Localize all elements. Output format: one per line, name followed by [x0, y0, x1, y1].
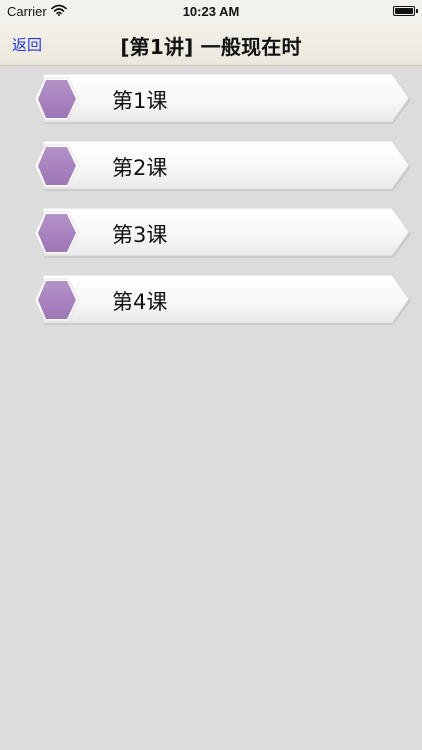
- lesson-label: 第2课: [112, 156, 168, 180]
- lesson-label: 第3课: [112, 223, 168, 247]
- status-bar: Carrier 10:23 AM: [0, 0, 422, 22]
- lesson-label: 第1课: [112, 89, 168, 113]
- navigation-bar: 返回 [第1讲] 一般现在时: [0, 22, 422, 66]
- lesson-card-shape: [34, 274, 411, 325]
- battery-icon: [393, 6, 418, 16]
- status-time: 10:23 AM: [182, 4, 240, 19]
- lesson-label: 第4课: [112, 290, 168, 314]
- page-title: [第1讲] 一般现在时: [120, 35, 302, 59]
- lesson-item-1[interactable]: 第1课: [28, 70, 414, 128]
- lesson-card-shape: [34, 207, 411, 258]
- lesson-card-shape: [34, 140, 411, 191]
- lesson-item-3[interactable]: 第3课: [28, 204, 414, 262]
- lesson-item-4[interactable]: 第4课: [28, 271, 414, 329]
- lesson-card-shape: [34, 73, 411, 124]
- lesson-item-2[interactable]: 第2课: [28, 137, 414, 195]
